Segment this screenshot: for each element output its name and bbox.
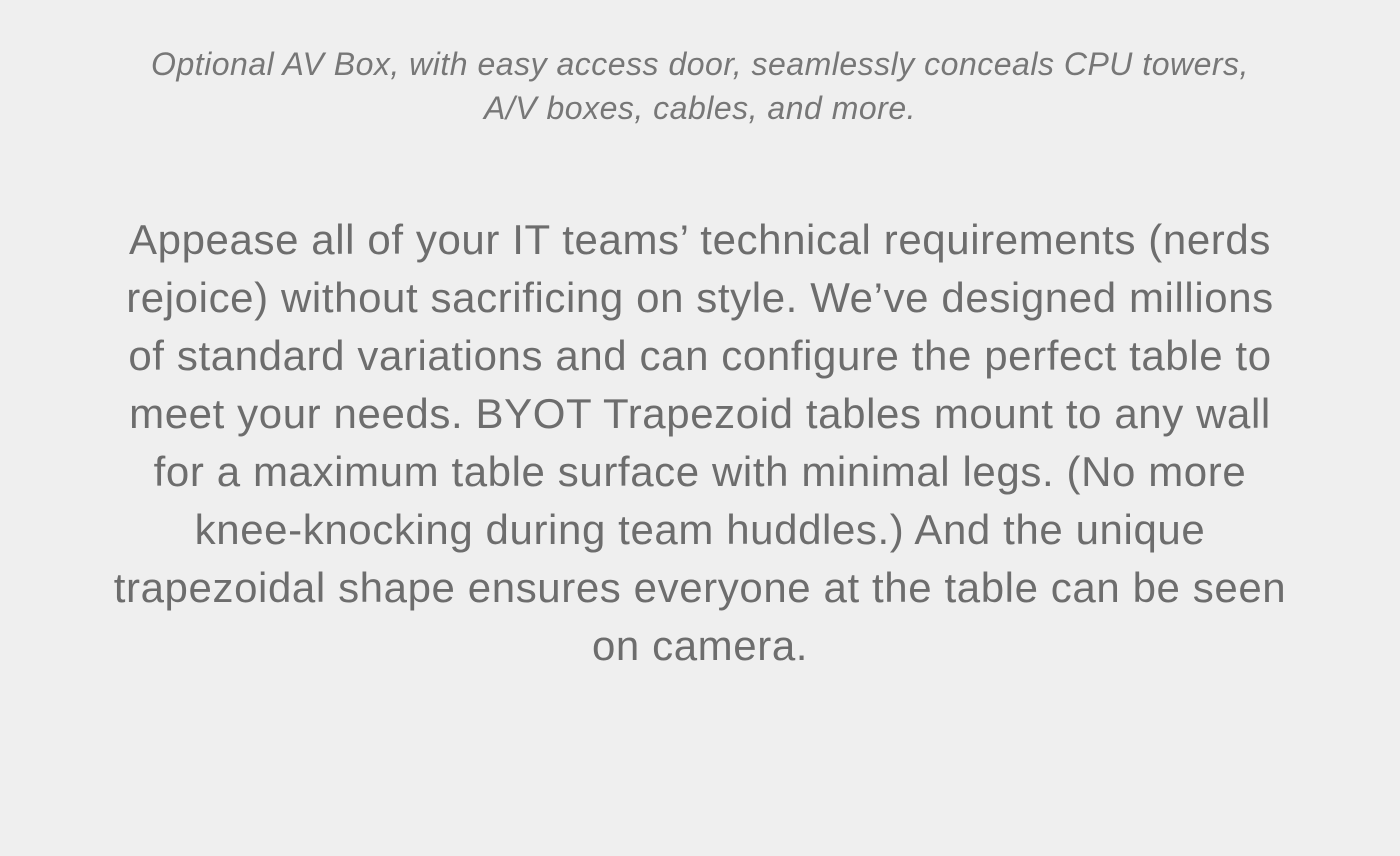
product-description-section: Optional AV Box, with easy access door, …	[0, 0, 1400, 856]
description-paragraph: Appease all of your IT teams’ technical …	[113, 216, 1287, 669]
image-caption: Optional AV Box, with easy access door, …	[151, 46, 1249, 126]
